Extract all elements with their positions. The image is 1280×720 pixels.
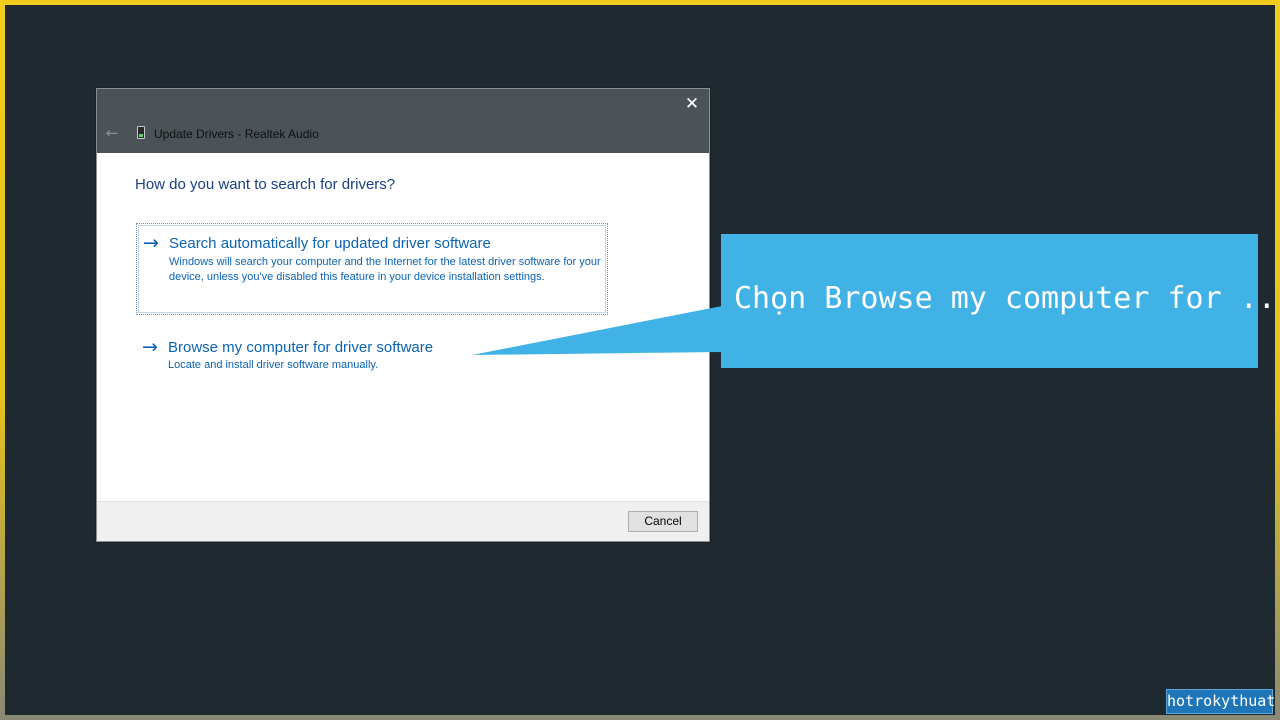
audio-device-icon [137, 126, 145, 139]
arrow-right-icon: → [142, 336, 158, 358]
option-title: Browse my computer for driver software [168, 339, 434, 356]
browse-computer-option[interactable]: → Browse my computer for driver software… [136, 331, 608, 377]
update-drivers-dialog: ✕ ← Update Drivers - Realtek Audio How d… [96, 88, 710, 542]
watermark-badge: hotrokythuat [1166, 689, 1275, 714]
close-icon[interactable]: ✕ [681, 93, 703, 115]
callout-text: Chọn Browse my computer for ... [734, 281, 1280, 316]
dialog-footer: Cancel [97, 501, 709, 541]
callout-box: Chọn Browse my computer for ... [721, 234, 1280, 368]
search-automatically-option[interactable]: → Search automatically for updated drive… [136, 223, 608, 315]
dialog-title: Update Drivers - Realtek Audio [154, 127, 319, 141]
arrow-right-icon: → [143, 232, 159, 254]
option-description: Locate and install driver software manua… [168, 359, 379, 371]
back-arrow-icon[interactable]: ← [103, 124, 121, 142]
dialog-heading: How do you want to search for drivers? [135, 176, 396, 193]
option-title: Search automatically for updated driver … [169, 235, 491, 252]
dialog-titlebar: ✕ ← Update Drivers - Realtek Audio [97, 89, 709, 153]
cancel-button[interactable]: Cancel [628, 511, 698, 532]
option-description: Windows will search your computer and th… [169, 256, 601, 283]
